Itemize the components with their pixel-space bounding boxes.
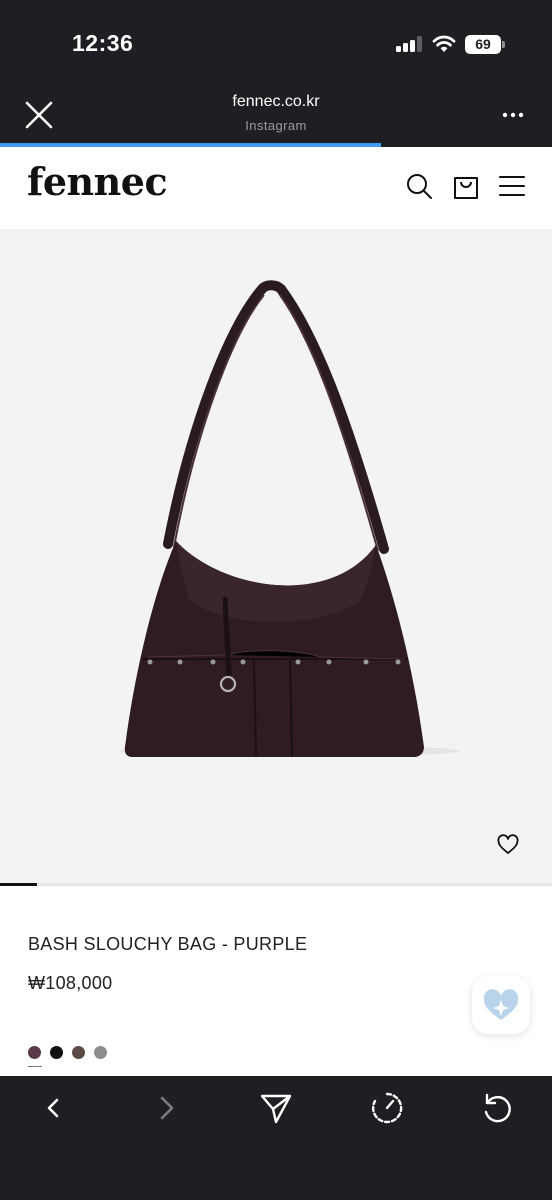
color-swatch-purple[interactable] bbox=[28, 1046, 41, 1059]
color-swatch-grey[interactable] bbox=[94, 1046, 107, 1059]
floating-wishlist-button[interactable] bbox=[472, 976, 530, 1034]
status-time: 12:36 bbox=[72, 30, 134, 56]
status-bar: 12:36 69 bbox=[0, 0, 552, 88]
site-header: fennec bbox=[0, 147, 552, 229]
site-logo[interactable]: fennec bbox=[27, 159, 168, 204]
menu-icon[interactable] bbox=[497, 171, 527, 201]
battery-icon: 69 bbox=[465, 35, 501, 54]
wishlist-heart-icon[interactable] bbox=[496, 833, 520, 857]
browser-toolbar bbox=[0, 1076, 552, 1200]
wifi-icon bbox=[432, 35, 456, 52]
more-icon[interactable] bbox=[498, 102, 528, 128]
selected-color-underline bbox=[28, 1066, 42, 1067]
browser-header: fennec.co.kr Instagram bbox=[0, 88, 552, 146]
color-swatch-brown[interactable] bbox=[72, 1046, 85, 1059]
product-image[interactable] bbox=[0, 229, 552, 883]
color-swatch-black[interactable] bbox=[50, 1046, 63, 1059]
url-text: fennec.co.kr bbox=[232, 93, 320, 110]
battery-tip bbox=[502, 41, 505, 48]
speed-icon[interactable] bbox=[369, 1090, 405, 1126]
shoulder-bag-image bbox=[120, 280, 460, 758]
forward-icon[interactable] bbox=[148, 1090, 184, 1126]
wishlist-sparkle-heart-icon bbox=[483, 989, 519, 1020]
back-icon[interactable] bbox=[36, 1090, 72, 1126]
source-text: Instagram bbox=[245, 118, 307, 133]
cellular-signal-icon bbox=[396, 36, 422, 52]
search-icon[interactable] bbox=[404, 171, 434, 201]
product-price: ₩108,000 bbox=[28, 973, 113, 993]
reload-icon[interactable] bbox=[479, 1090, 515, 1126]
shopping-bag-icon[interactable] bbox=[451, 171, 481, 201]
product-info: BASH SLOUCHY BAG - PURPLE ₩108,000 bbox=[0, 886, 552, 1076]
product-name: BASH SLOUCHY BAG - PURPLE bbox=[28, 934, 308, 954]
share-icon[interactable] bbox=[258, 1090, 294, 1126]
